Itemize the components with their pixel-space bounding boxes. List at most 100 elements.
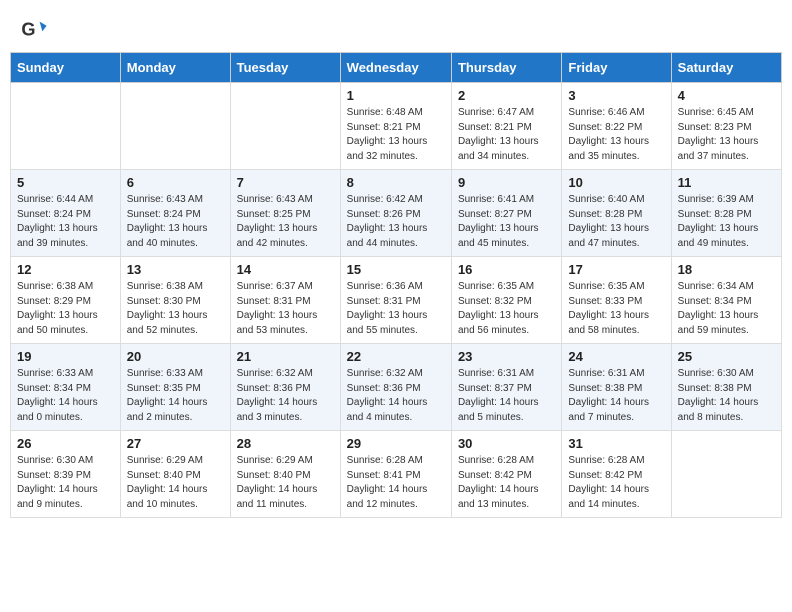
day-info: Sunrise: 6:31 AM Sunset: 8:37 PM Dayligh…: [458, 367, 555, 425]
day-of-week-header: Monday: [120, 53, 230, 83]
day-number: 14: [237, 262, 334, 277]
day-number: 31: [568, 436, 664, 451]
day-number: 26: [17, 436, 114, 451]
day-info: Sunrise: 6:28 AM Sunset: 8:42 PM Dayligh…: [568, 454, 664, 512]
day-info: Sunrise: 6:38 AM Sunset: 8:30 PM Dayligh…: [127, 280, 224, 338]
day-of-week-header: Sunday: [11, 53, 121, 83]
calendar-cell: 5 Sunrise: 6:44 AM Sunset: 8:24 PM Daylig…: [11, 170, 121, 257]
day-number: 18: [678, 262, 775, 277]
day-number: 27: [127, 436, 224, 451]
day-number: 12: [17, 262, 114, 277]
day-info: Sunrise: 6:32 AM Sunset: 8:36 PM Dayligh…: [237, 367, 334, 425]
day-number: 25: [678, 349, 775, 364]
calendar-week-row: 26 Sunrise: 6:30 AM Sunset: 8:39 PM Dayli…: [11, 431, 782, 518]
day-number: 5: [17, 175, 114, 190]
day-info: Sunrise: 6:37 AM Sunset: 8:31 PM Dayligh…: [237, 280, 334, 338]
day-info: Sunrise: 6:30 AM Sunset: 8:38 PM Dayligh…: [678, 367, 775, 425]
day-info: Sunrise: 6:32 AM Sunset: 8:36 PM Dayligh…: [347, 367, 445, 425]
day-number: 19: [17, 349, 114, 364]
page-header: G: [0, 0, 792, 52]
day-number: 21: [237, 349, 334, 364]
day-of-week-header: Tuesday: [230, 53, 340, 83]
calendar-table: SundayMondayTuesdayWednesdayThursdayFrid…: [10, 52, 782, 518]
day-number: 10: [568, 175, 664, 190]
day-info: Sunrise: 6:44 AM Sunset: 8:24 PM Dayligh…: [17, 193, 114, 251]
day-number: 29: [347, 436, 445, 451]
day-info: Sunrise: 6:43 AM Sunset: 8:24 PM Dayligh…: [127, 193, 224, 251]
calendar-week-row: 1Sunrise: 6:48 AM Sunset: 8:21 PM Daylig…: [11, 83, 782, 170]
day-of-week-header: Thursday: [451, 53, 561, 83]
day-number: 8: [347, 175, 445, 190]
day-number: 22: [347, 349, 445, 364]
logo-icon: G: [20, 16, 48, 44]
calendar-cell: 16 Sunrise: 6:35 AM Sunset: 8:32 PM Dayli…: [451, 257, 561, 344]
calendar-cell: 21 Sunrise: 6:32 AM Sunset: 8:36 PM Dayli…: [230, 344, 340, 431]
svg-text:G: G: [21, 20, 35, 40]
calendar-cell: 4 Sunrise: 6:45 AM Sunset: 8:23 PM Daylig…: [671, 83, 781, 170]
calendar-cell: 26 Sunrise: 6:30 AM Sunset: 8:39 PM Dayli…: [11, 431, 121, 518]
logo: G: [20, 16, 52, 44]
day-number: 24: [568, 349, 664, 364]
day-info: Sunrise: 6:47 AM Sunset: 8:21 PM Dayligh…: [458, 106, 555, 164]
calendar-cell: 28Sunrise: 6:29 AM Sunset: 8:40 PM Dayli…: [230, 431, 340, 518]
day-number: 20: [127, 349, 224, 364]
day-number: 17: [568, 262, 664, 277]
day-info: Sunrise: 6:33 AM Sunset: 8:35 PM Dayligh…: [127, 367, 224, 425]
calendar-cell: 15 Sunrise: 6:36 AM Sunset: 8:31 PM Dayli…: [340, 257, 451, 344]
calendar-week-row: 19 Sunrise: 6:33 AM Sunset: 8:34 PM Dayli…: [11, 344, 782, 431]
calendar-cell: 3Sunrise: 6:46 AM Sunset: 8:22 PM Daylig…: [562, 83, 671, 170]
day-info: Sunrise: 6:35 AM Sunset: 8:33 PM Dayligh…: [568, 280, 664, 338]
calendar-cell: 29 Sunrise: 6:28 AM Sunset: 8:41 PM Dayli…: [340, 431, 451, 518]
day-number: 4: [678, 88, 775, 103]
day-info: Sunrise: 6:39 AM Sunset: 8:28 PM Dayligh…: [678, 193, 775, 251]
day-info: Sunrise: 6:42 AM Sunset: 8:26 PM Dayligh…: [347, 193, 445, 251]
day-number: 13: [127, 262, 224, 277]
day-info: Sunrise: 6:43 AM Sunset: 8:25 PM Dayligh…: [237, 193, 334, 251]
calendar-wrapper: SundayMondayTuesdayWednesdayThursdayFrid…: [0, 52, 792, 528]
day-info: Sunrise: 6:28 AM Sunset: 8:42 PM Dayligh…: [458, 454, 555, 512]
calendar-cell: [11, 83, 121, 170]
calendar-week-row: 5 Sunrise: 6:44 AM Sunset: 8:24 PM Daylig…: [11, 170, 782, 257]
calendar-cell: 10 Sunrise: 6:40 AM Sunset: 8:28 PM Dayli…: [562, 170, 671, 257]
day-number: 9: [458, 175, 555, 190]
calendar-cell: 24Sunrise: 6:31 AM Sunset: 8:38 PM Dayli…: [562, 344, 671, 431]
calendar-cell: 23 Sunrise: 6:31 AM Sunset: 8:37 PM Dayli…: [451, 344, 561, 431]
day-number: 16: [458, 262, 555, 277]
day-number: 30: [458, 436, 555, 451]
day-info: Sunrise: 6:41 AM Sunset: 8:27 PM Dayligh…: [458, 193, 555, 251]
calendar-cell: 18 Sunrise: 6:34 AM Sunset: 8:34 PM Dayli…: [671, 257, 781, 344]
calendar-cell: 20 Sunrise: 6:33 AM Sunset: 8:35 PM Dayli…: [120, 344, 230, 431]
day-number: 23: [458, 349, 555, 364]
day-info: Sunrise: 6:34 AM Sunset: 8:34 PM Dayligh…: [678, 280, 775, 338]
calendar-cell: 6Sunrise: 6:43 AM Sunset: 8:24 PM Daylig…: [120, 170, 230, 257]
day-info: Sunrise: 6:45 AM Sunset: 8:23 PM Dayligh…: [678, 106, 775, 164]
calendar-cell: 25 Sunrise: 6:30 AM Sunset: 8:38 PM Dayli…: [671, 344, 781, 431]
calendar-cell: 30 Sunrise: 6:28 AM Sunset: 8:42 PM Dayli…: [451, 431, 561, 518]
calendar-cell: 9 Sunrise: 6:41 AM Sunset: 8:27 PM Daylig…: [451, 170, 561, 257]
day-number: 15: [347, 262, 445, 277]
day-info: Sunrise: 6:48 AM Sunset: 8:21 PM Dayligh…: [347, 106, 445, 164]
day-info: Sunrise: 6:33 AM Sunset: 8:34 PM Dayligh…: [17, 367, 114, 425]
day-info: Sunrise: 6:30 AM Sunset: 8:39 PM Dayligh…: [17, 454, 114, 512]
day-of-week-header: Friday: [562, 53, 671, 83]
calendar-cell: 19 Sunrise: 6:33 AM Sunset: 8:34 PM Dayli…: [11, 344, 121, 431]
day-info: Sunrise: 6:46 AM Sunset: 8:22 PM Dayligh…: [568, 106, 664, 164]
day-info: Sunrise: 6:28 AM Sunset: 8:41 PM Dayligh…: [347, 454, 445, 512]
calendar-cell: 13 Sunrise: 6:38 AM Sunset: 8:30 PM Dayli…: [120, 257, 230, 344]
day-number: 11: [678, 175, 775, 190]
day-of-week-header: Wednesday: [340, 53, 451, 83]
day-info: Sunrise: 6:29 AM Sunset: 8:40 PM Dayligh…: [237, 454, 334, 512]
calendar-cell: [671, 431, 781, 518]
calendar-cell: 27Sunrise: 6:29 AM Sunset: 8:40 PM Dayli…: [120, 431, 230, 518]
calendar-cell: 22 Sunrise: 6:32 AM Sunset: 8:36 PM Dayli…: [340, 344, 451, 431]
calendar-cell: [120, 83, 230, 170]
day-info: Sunrise: 6:36 AM Sunset: 8:31 PM Dayligh…: [347, 280, 445, 338]
day-info: Sunrise: 6:35 AM Sunset: 8:32 PM Dayligh…: [458, 280, 555, 338]
calendar-week-row: 12Sunrise: 6:38 AM Sunset: 8:29 PM Dayli…: [11, 257, 782, 344]
day-info: Sunrise: 6:40 AM Sunset: 8:28 PM Dayligh…: [568, 193, 664, 251]
calendar-cell: 2Sunrise: 6:47 AM Sunset: 8:21 PM Daylig…: [451, 83, 561, 170]
calendar-cell: 11 Sunrise: 6:39 AM Sunset: 8:28 PM Dayli…: [671, 170, 781, 257]
calendar-cell: 1Sunrise: 6:48 AM Sunset: 8:21 PM Daylig…: [340, 83, 451, 170]
calendar-cell: 8 Sunrise: 6:42 AM Sunset: 8:26 PM Daylig…: [340, 170, 451, 257]
calendar-cell: 12Sunrise: 6:38 AM Sunset: 8:29 PM Dayli…: [11, 257, 121, 344]
